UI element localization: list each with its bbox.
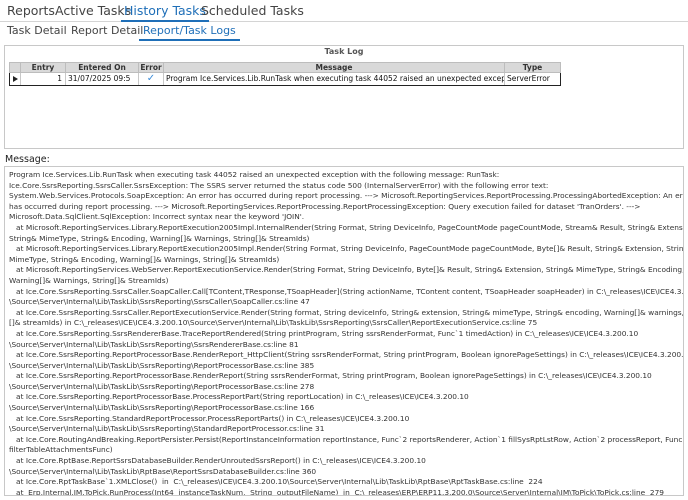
task-log-title: Task Log xyxy=(324,47,364,56)
sub-tab-bar: Task Detail Report Detail Report/Task Lo… xyxy=(0,22,688,41)
grid-header: Entry Entered On Error Message Type xyxy=(9,62,561,73)
cell-message: Program Ice.Services.Lib.RunTask when ex… xyxy=(166,73,505,85)
message-text: Program Ice.Services.Lib.RunTask when ex… xyxy=(9,170,684,496)
tab-report-detail[interactable]: Report Detail xyxy=(71,24,143,37)
main-tab-bar: Reports Active Tasks History Tasks Sched… xyxy=(0,0,688,22)
tab-task-detail[interactable]: Task Detail xyxy=(7,24,67,37)
tab-history-tasks[interactable]: History Tasks xyxy=(121,3,209,22)
table-row[interactable]: 1 31/07/2025 09:5 ✓ Program Ice.Services… xyxy=(9,73,561,86)
column-header-error[interactable]: Error xyxy=(139,63,164,73)
column-header-entered-on[interactable]: Entered On xyxy=(66,63,139,73)
row-selector-icon[interactable] xyxy=(10,73,21,85)
message-textbox[interactable]: Program Ice.Services.Lib.RunTask when ex… xyxy=(4,166,684,496)
tab-scheduled-tasks[interactable]: Scheduled Tasks xyxy=(201,3,304,18)
column-header-entry[interactable]: Entry xyxy=(21,63,66,73)
cell-error: ✓ xyxy=(139,73,164,85)
cell-entry: 1 xyxy=(21,73,66,85)
tab-reports[interactable]: Reports xyxy=(7,3,55,18)
message-label: Message: xyxy=(5,154,50,165)
task-log-grid: Task Log Entry Entered On Error Message … xyxy=(4,45,684,149)
tab-active-tasks[interactable]: Active Tasks xyxy=(55,3,131,18)
column-header-type[interactable]: Type xyxy=(505,63,560,73)
cell-type: ServerError xyxy=(507,74,550,83)
tab-report-task-logs[interactable]: Report/Task Logs xyxy=(139,24,240,41)
check-icon: ✓ xyxy=(146,73,156,84)
cell-entered-on: 31/07/2025 09:5 xyxy=(66,73,139,85)
column-header-message[interactable]: Message xyxy=(164,63,505,73)
header-indicator xyxy=(10,63,21,73)
